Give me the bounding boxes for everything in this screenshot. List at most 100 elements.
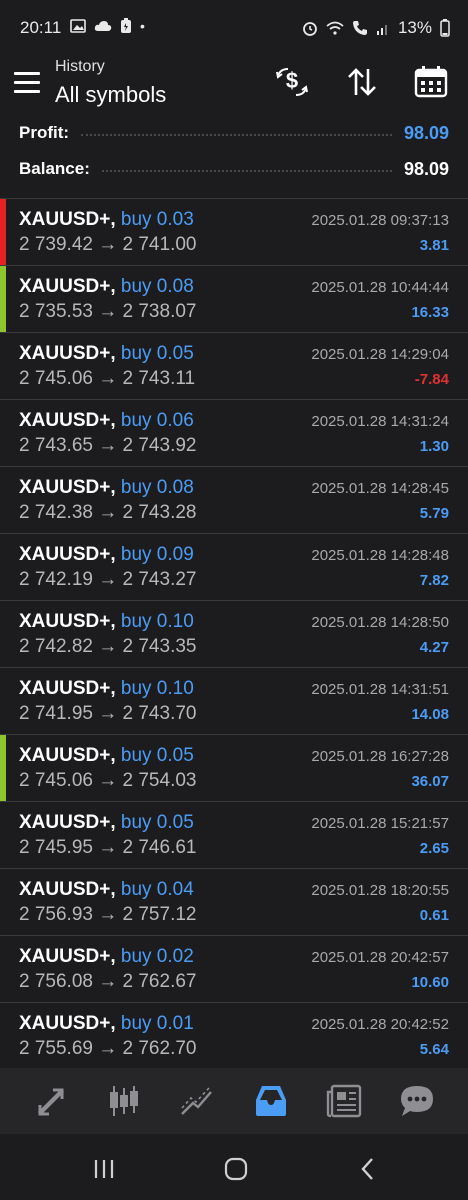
trade-prices: 2 739.42 → 2 741.00 — [19, 234, 197, 255]
trade-time: 2025.01.28 14:28:45 — [311, 480, 449, 497]
battery-level: 13% — [397, 18, 432, 37]
trade-row[interactable]: XAUUSD+, buy 0.09 2 742.19 → 2 743.27 2025… — [0, 534, 468, 601]
app-header: History All symbols $ — [0, 56, 468, 118]
profit-value: 98.09 — [403, 122, 449, 143]
dollar-swap-icon[interactable]: $ — [272, 64, 312, 100]
trade-side-volume: buy 0.08 — [120, 477, 194, 498]
trade-status-stripe — [0, 802, 6, 868]
trade-row[interactable]: XAUUSD+, buy 0.01 2 755.69 → 2 762.70 2025… — [0, 1003, 468, 1068]
trade-time: 2025.01.28 20:42:57 — [311, 949, 449, 966]
trade-side-volume: buy 0.01 — [120, 1013, 194, 1034]
back-icon[interactable] — [348, 1154, 388, 1184]
symbol-name: XAUUSD+, — [19, 410, 116, 431]
bottom-nav — [0, 1068, 468, 1134]
trade-history-list[interactable]: XAUUSD+, buy 0.03 2 739.42 → 2 741.00 2025… — [0, 198, 468, 1068]
trade-side-volume: buy 0.05 — [120, 745, 194, 766]
trade-status-stripe — [0, 869, 6, 935]
cloud-icon — [94, 21, 112, 31]
signal-icon — [376, 25, 387, 35]
trade-profit: -7.84 — [414, 371, 449, 388]
trade-row[interactable]: XAUUSD+, buy 0.05 2 745.95 → 2 746.61 2025… — [0, 802, 468, 869]
home-icon[interactable] — [216, 1154, 256, 1184]
recent-apps-icon[interactable] — [84, 1154, 124, 1184]
trade-time: 2025.01.28 14:29:04 — [311, 346, 449, 363]
quotes-icon[interactable] — [26, 1076, 76, 1126]
trade-prices: 2 741.95 → 2 743.70 — [19, 703, 197, 724]
trade-profit: 1.30 — [419, 438, 449, 455]
trade-side-volume: buy 0.09 — [120, 544, 194, 565]
trade-side-volume: buy 0.05 — [120, 343, 194, 364]
trade-row[interactable]: XAUUSD+, buy 0.04 2 756.93 → 2 757.12 2025… — [0, 869, 468, 936]
symbol-name: XAUUSD+, — [19, 477, 116, 498]
trade-prices: 2 755.69 → 2 762.70 — [19, 1038, 197, 1059]
dotted-leader — [101, 170, 392, 172]
trade-row[interactable]: XAUUSD+, buy 0.10 2 741.95 → 2 743.70 2025… — [0, 668, 468, 735]
profit-label: Profit: — [19, 123, 70, 142]
trade-row[interactable]: XAUUSD+, buy 0.06 2 743.65 → 2 743.92 2025… — [0, 400, 468, 467]
balance-row: Balance: 98.09 — [19, 154, 449, 184]
trade-row[interactable]: XAUUSD+, buy 0.05 2 745.06 → 2 743.11 2025… — [0, 333, 468, 400]
trade-side-volume: buy 0.08 — [120, 276, 194, 297]
trade-status-stripe — [0, 467, 6, 533]
messages-icon[interactable] — [392, 1076, 442, 1126]
trade-row[interactable]: XAUUSD+, buy 0.10 2 742.82 → 2 743.35 2025… — [0, 601, 468, 668]
trade-time: 2025.01.28 14:28:50 — [311, 614, 449, 631]
symbol-name: XAUUSD+, — [19, 879, 116, 900]
calendar-icon[interactable] — [411, 64, 451, 100]
trade-status-stripe — [0, 936, 6, 1002]
trade-row[interactable]: XAUUSD+, buy 0.02 2 756.08 → 2 762.67 2025… — [0, 936, 468, 1003]
clock: 20:11 — [20, 18, 62, 37]
trade-prices: 2 742.38 → 2 743.28 — [19, 502, 197, 523]
trade-side-volume: buy 0.05 — [120, 812, 194, 833]
trade-row[interactable]: XAUUSD+, buy 0.05 2 745.06 → 2 754.03 2025… — [0, 735, 468, 802]
page-subtitle: History — [55, 58, 105, 75]
trade-time: 2025.01.28 14:28:48 — [311, 547, 449, 564]
trade-side-volume: buy 0.06 — [120, 410, 194, 431]
trade-prices: 2 745.06 → 2 754.03 — [19, 770, 197, 791]
svg-text:$: $ — [286, 68, 298, 93]
trade-time: 2025.01.28 20:42:52 — [311, 1016, 449, 1033]
symbol-name: XAUUSD+, — [19, 678, 116, 699]
trade-prices: 2 735.53 → 2 738.07 — [19, 301, 197, 322]
history-icon[interactable] — [246, 1076, 296, 1126]
trade-status-stripe — [0, 668, 6, 734]
trade-profit: 4.27 — [419, 639, 449, 656]
status-bar: 20:11 • 13% — [0, 0, 468, 56]
symbol-name: XAUUSD+, — [19, 812, 116, 833]
trade-symbol: XAUUSD+, buy 0.05 — [19, 812, 194, 834]
trade-row[interactable]: XAUUSD+, buy 0.08 2 742.38 → 2 743.28 2025… — [0, 467, 468, 534]
trade-symbol: XAUUSD+, buy 0.04 — [19, 879, 194, 901]
trade-profit: 10.60 — [411, 974, 449, 991]
notification-icon — [121, 18, 131, 33]
trade-row[interactable]: XAUUSD+, buy 0.08 2 735.53 → 2 738.07 2025… — [0, 266, 468, 333]
trade-profit: 0.61 — [419, 907, 449, 924]
trade-profit: 14.08 — [411, 706, 449, 723]
symbol-name: XAUUSD+, — [19, 745, 116, 766]
trade-symbol: XAUUSD+, buy 0.10 — [19, 611, 194, 633]
symbol-name: XAUUSD+, — [19, 343, 116, 364]
sort-icon[interactable] — [342, 64, 382, 100]
menu-icon[interactable] — [14, 72, 40, 94]
trade-time: 2025.01.28 14:31:51 — [311, 681, 449, 698]
gallery-icon — [70, 19, 86, 33]
balance-label: Balance: — [19, 159, 90, 178]
page-title[interactable]: All symbols — [55, 82, 166, 108]
symbol-name: XAUUSD+, — [19, 611, 116, 632]
trade-side-volume: buy 0.04 — [120, 879, 194, 900]
symbol-name: XAUUSD+, — [19, 544, 116, 565]
trade-status-stripe — [0, 735, 6, 801]
news-icon[interactable] — [319, 1076, 369, 1126]
trade-symbol: XAUUSD+, buy 0.03 — [19, 209, 194, 231]
trade-side-volume: buy 0.10 — [120, 611, 194, 632]
trade-prices: 2 745.06 → 2 743.11 — [19, 368, 196, 389]
trade-profit: 2.65 — [419, 840, 449, 857]
trade-time: 2025.01.28 18:20:55 — [311, 882, 449, 899]
trade-profit: 5.64 — [419, 1041, 449, 1058]
chart-icon[interactable] — [99, 1076, 149, 1126]
trade-side-volume: buy 0.02 — [120, 946, 194, 967]
trade-time: 2025.01.28 10:44:44 — [311, 279, 449, 296]
trade-status-stripe — [0, 400, 6, 466]
trade-symbol: XAUUSD+, buy 0.09 — [19, 544, 194, 566]
trade-icon[interactable] — [172, 1076, 222, 1126]
trade-row[interactable]: XAUUSD+, buy 0.03 2 739.42 → 2 741.00 2025… — [0, 199, 468, 266]
